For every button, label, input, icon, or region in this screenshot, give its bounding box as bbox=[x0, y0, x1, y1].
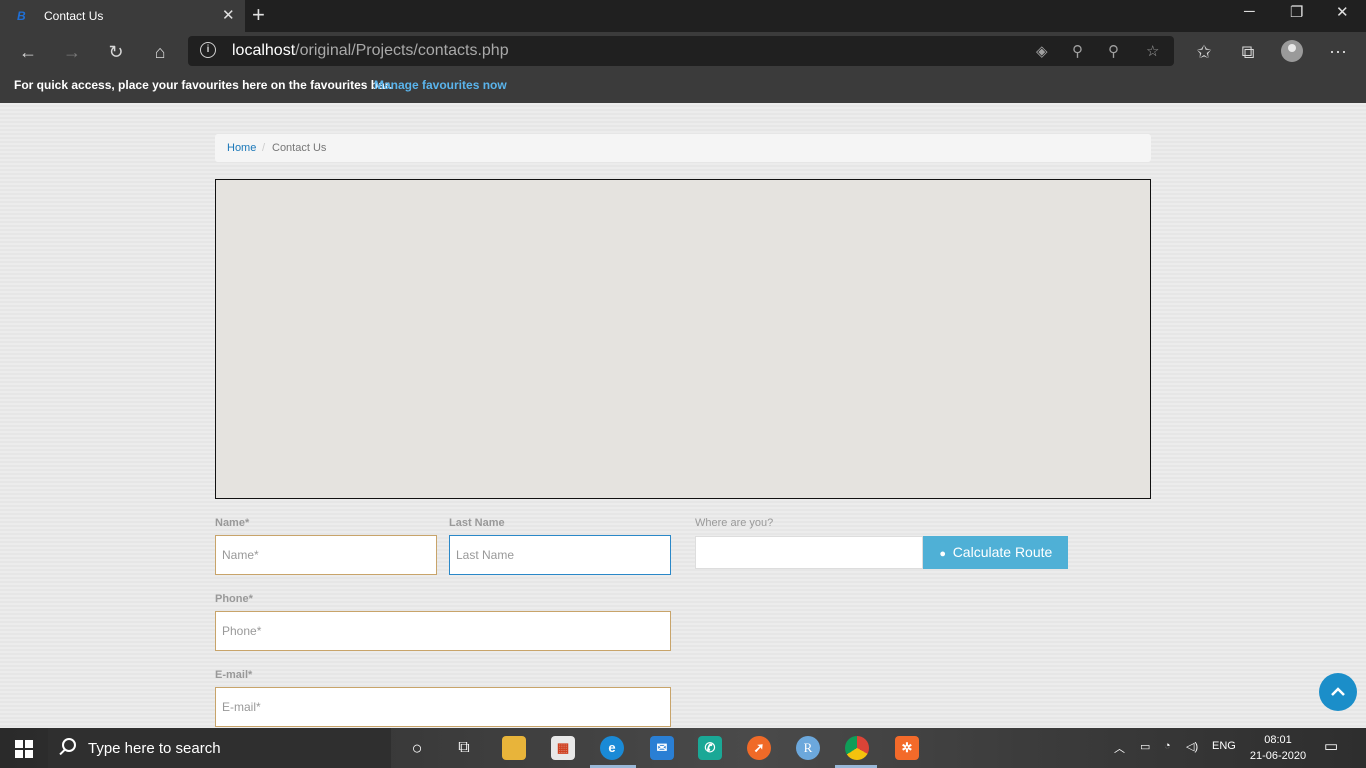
tray-overflow-icon[interactable]: ︿ bbox=[1114, 740, 1125, 756]
clock-time: 08:01 bbox=[1264, 734, 1292, 746]
refresh-icon[interactable]: ↻ bbox=[104, 40, 128, 64]
minimize-icon[interactable]: ─ bbox=[1244, 3, 1255, 20]
page-content: Home / Contact Us Name* Name* Last Name … bbox=[0, 103, 1366, 728]
breadcrumb-current: Contact Us bbox=[272, 142, 327, 154]
close-tab-icon[interactable]: ✕ bbox=[222, 6, 235, 24]
favourites-icon[interactable]: ✩ bbox=[1192, 40, 1216, 64]
favourites-hint: For quick access, place your favourites … bbox=[14, 78, 393, 92]
mail-icon[interactable]: ✉ bbox=[650, 736, 674, 760]
name-field[interactable]: Name* bbox=[215, 535, 437, 575]
name-label: Name* bbox=[215, 517, 250, 529]
email-label: E-mail* bbox=[215, 669, 253, 681]
store-icon[interactable]: ▦ bbox=[551, 736, 575, 760]
email-field[interactable]: E-mail* bbox=[215, 687, 671, 727]
location-icon[interactable]: ◈ bbox=[1036, 42, 1048, 60]
tab-title: Contact Us bbox=[44, 9, 104, 23]
map-area[interactable] bbox=[215, 179, 1151, 499]
chrome-icon[interactable] bbox=[845, 736, 869, 760]
phone-label: Phone* bbox=[215, 593, 253, 605]
where-label: Where are you? bbox=[695, 517, 774, 529]
last-name-label: Last Name bbox=[449, 517, 505, 529]
more-menu-icon[interactable]: ⋯ bbox=[1326, 40, 1350, 64]
postman-icon[interactable]: ➚ bbox=[747, 736, 771, 760]
calculate-route-button[interactable]: ● Calculate Route bbox=[923, 536, 1068, 569]
search-placeholder: Type here to search bbox=[88, 740, 221, 757]
back-icon[interactable]: ← bbox=[16, 40, 40, 64]
cortana-icon[interactable]: ○ bbox=[405, 736, 429, 760]
language-indicator[interactable]: ENG bbox=[1212, 740, 1236, 752]
browser-tab[interactable]: B Contact Us ✕ bbox=[0, 0, 245, 32]
whatsapp-icon[interactable]: ✆ bbox=[698, 736, 722, 760]
profile-avatar[interactable] bbox=[1281, 40, 1303, 62]
wifi-icon[interactable]: ◔ bbox=[1164, 740, 1171, 752]
chevron-up-icon bbox=[1331, 687, 1345, 696]
taskbar: Type here to search ○ ⧉ ▦ e ✉ ✆ ➚ R ✲ ︿ … bbox=[0, 728, 1366, 768]
site-info-icon[interactable]: i bbox=[200, 42, 216, 58]
notifications-icon[interactable]: ▭ bbox=[1324, 737, 1338, 755]
taskbar-search[interactable]: Type here to search bbox=[48, 728, 391, 768]
task-view-icon[interactable]: ⧉ bbox=[452, 736, 476, 760]
favourite-star-icon[interactable]: ☆ bbox=[1146, 42, 1159, 60]
manage-favourites-link[interactable]: Manage favourites now bbox=[374, 78, 507, 92]
search-icon bbox=[62, 738, 76, 752]
breadcrumb: Home / Contact Us bbox=[215, 134, 1151, 162]
favourites-bar: For quick access, place your favourites … bbox=[0, 72, 1366, 103]
scroll-to-top-button[interactable] bbox=[1319, 673, 1357, 711]
location-input[interactable] bbox=[695, 536, 923, 569]
home-icon[interactable]: ⌂ bbox=[148, 40, 172, 64]
zoom-in-icon[interactable]: ⚲ bbox=[1072, 42, 1083, 60]
new-tab-icon[interactable]: + bbox=[252, 2, 265, 28]
map-pin-icon: ● bbox=[939, 548, 947, 560]
r-app-icon[interactable]: R bbox=[796, 736, 820, 760]
address-bar[interactable]: i localhost/original/Projects/contacts.p… bbox=[188, 36, 1174, 66]
navigation-bar: ← → ↻ ⌂ i localhost/original/Projects/co… bbox=[0, 32, 1366, 72]
last-name-field[interactable]: Last Name bbox=[449, 535, 671, 575]
zoom-out-icon[interactable]: ⚲ bbox=[1108, 42, 1119, 60]
windows-start-icon[interactable] bbox=[15, 740, 33, 758]
url-text[interactable]: localhost/original/Projects/contacts.php bbox=[232, 42, 509, 60]
breadcrumb-home-link[interactable]: Home bbox=[227, 142, 256, 154]
breadcrumb-separator: / bbox=[262, 142, 266, 154]
file-explorer-icon[interactable] bbox=[502, 736, 526, 760]
close-window-icon[interactable]: ✕ bbox=[1336, 3, 1349, 21]
restore-icon[interactable]: ❐ bbox=[1290, 3, 1303, 21]
tab-bar: B Contact Us ✕ + ─ ❐ ✕ bbox=[0, 0, 1366, 32]
battery-icon[interactable]: ▭ bbox=[1140, 740, 1150, 753]
system-clock[interactable]: 08:01 21-06-2020 bbox=[1248, 732, 1308, 764]
forward-icon[interactable]: → bbox=[60, 40, 84, 64]
phone-field[interactable]: Phone* bbox=[215, 611, 671, 651]
volume-icon[interactable]: ◁) bbox=[1186, 740, 1198, 753]
clock-date: 21-06-2020 bbox=[1249, 750, 1307, 762]
site-favicon-icon: B bbox=[17, 9, 26, 23]
collections-icon[interactable]: ⧉ bbox=[1236, 40, 1260, 64]
xampp-icon[interactable]: ✲ bbox=[895, 736, 919, 760]
edge-browser-icon[interactable]: e bbox=[600, 736, 624, 760]
